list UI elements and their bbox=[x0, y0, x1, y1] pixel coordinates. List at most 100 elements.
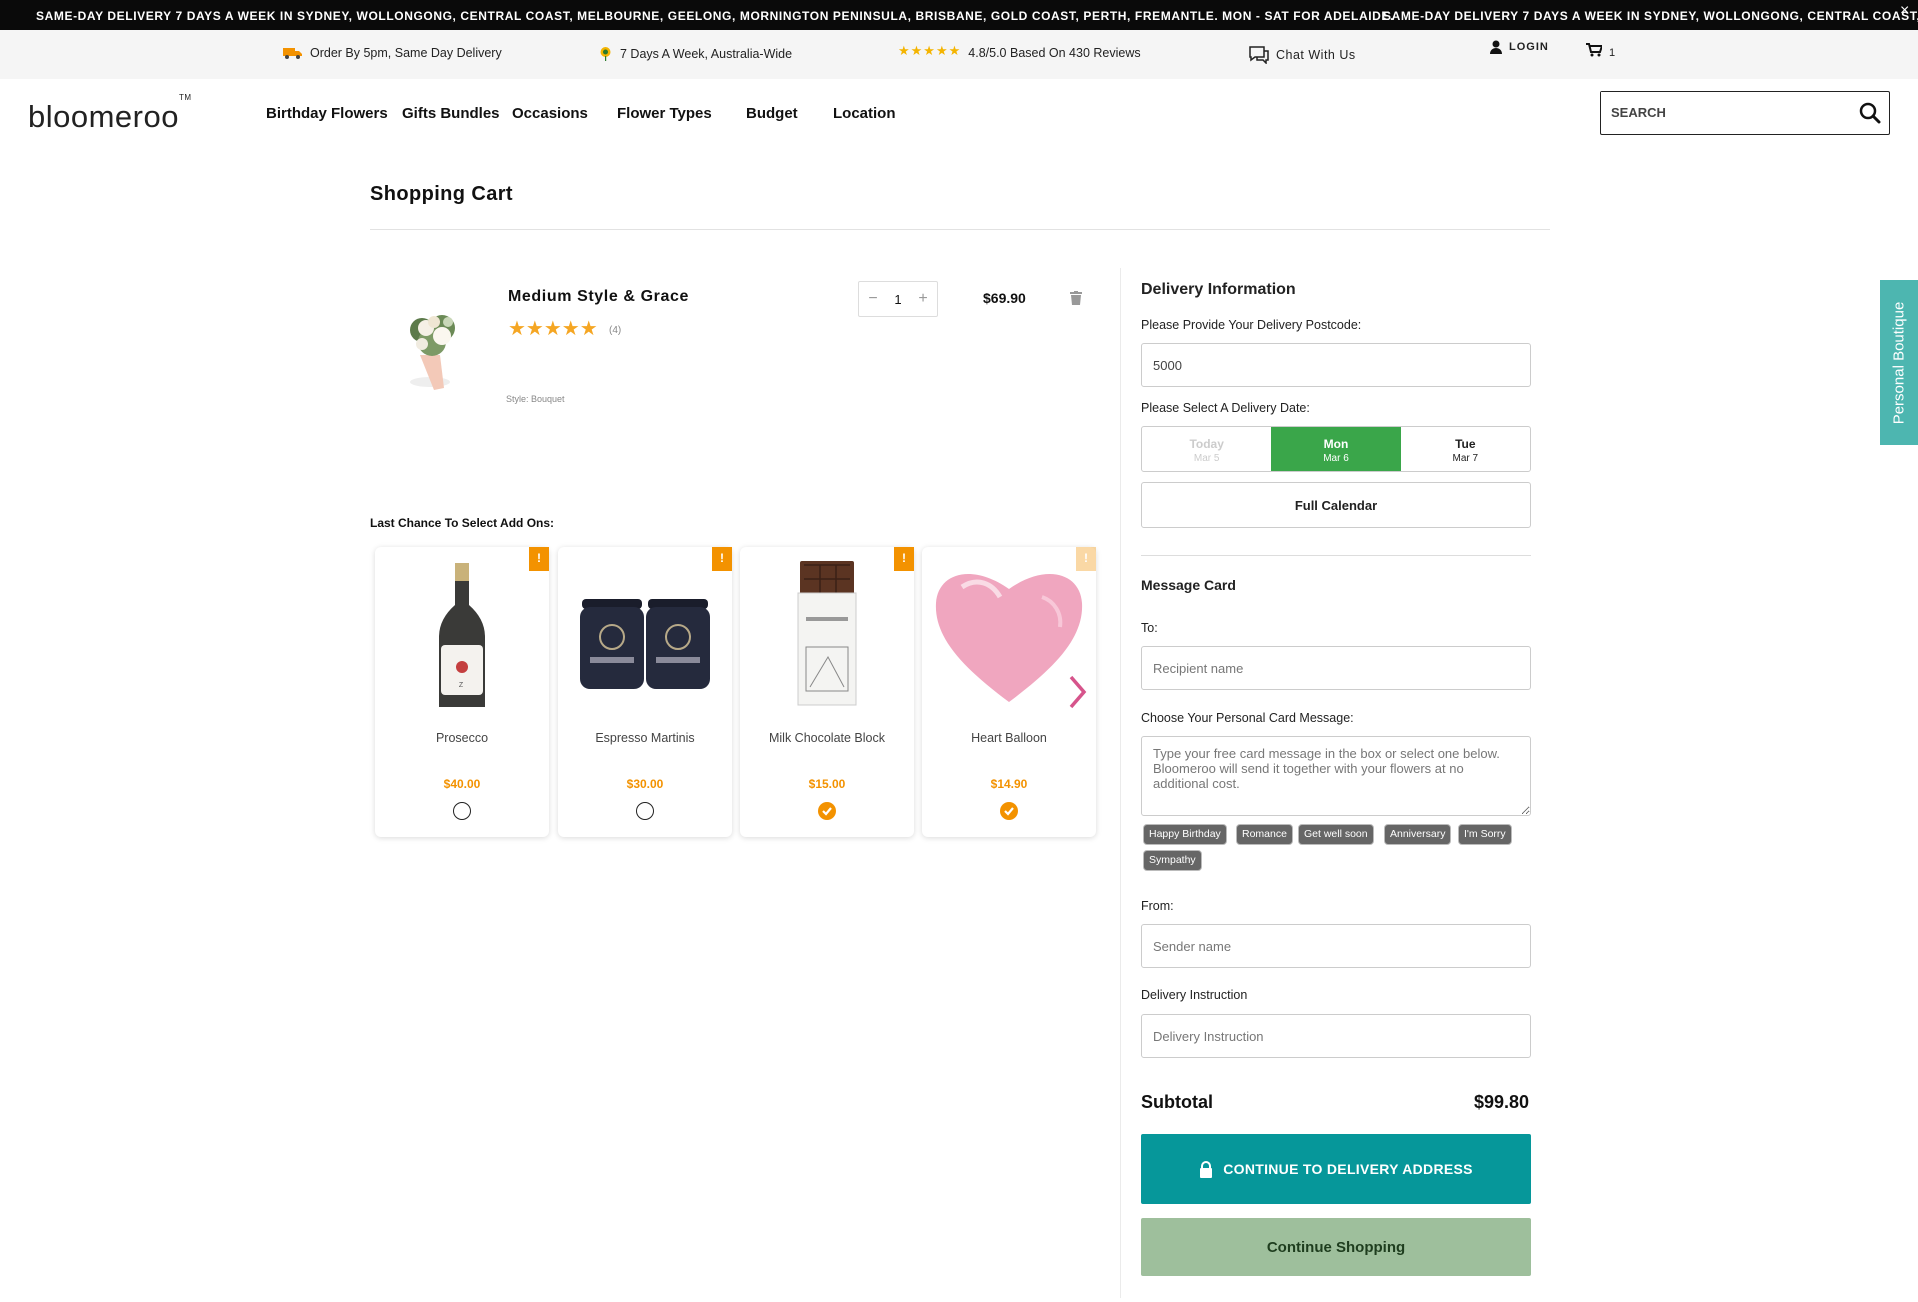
sender-name-input[interactable] bbox=[1141, 924, 1531, 968]
section-divider bbox=[1141, 555, 1531, 556]
nav-occasions[interactable]: Occasions bbox=[512, 105, 588, 122]
logo-tm: TM bbox=[178, 92, 192, 102]
cart-count: 1 bbox=[1609, 47, 1616, 59]
personal-boutique-label: Personal Boutique bbox=[1890, 301, 1908, 424]
page: SAME-DAY DELIVERY 7 DAYS A WEEK IN SYDNE… bbox=[0, 0, 1918, 1302]
addon-select-radio[interactable] bbox=[636, 802, 654, 820]
delivery-date-label: Please Select A Delivery Date: bbox=[1141, 401, 1310, 415]
announcement-text-repeat: SAME-DAY DELIVERY 7 DAYS A WEEK IN SYDNE… bbox=[1383, 9, 1918, 23]
delivery-title: Delivery Information bbox=[1141, 281, 1296, 298]
continue-shopping-button[interactable]: Continue Shopping bbox=[1141, 1218, 1531, 1276]
search-input[interactable] bbox=[1601, 92, 1841, 132]
delivery-instruction-input[interactable] bbox=[1141, 1014, 1531, 1058]
card-message-textarea[interactable] bbox=[1141, 736, 1531, 816]
to-label: To: bbox=[1141, 621, 1158, 635]
chat-link[interactable]: Chat With Us bbox=[1249, 46, 1356, 64]
full-calendar-button[interactable]: Full Calendar bbox=[1141, 482, 1531, 528]
nav-budget[interactable]: Budget bbox=[746, 105, 798, 122]
espresso-martinis-image bbox=[580, 599, 710, 689]
bouquet-image[interactable] bbox=[392, 300, 472, 395]
chat-text: Chat With Us bbox=[1276, 48, 1356, 62]
search-icon[interactable] bbox=[1859, 102, 1881, 124]
quantity-minus-button[interactable]: − bbox=[865, 290, 881, 308]
chip-happy-birthday[interactable]: Happy Birthday bbox=[1143, 824, 1227, 845]
bloomeroo-logo[interactable]: bloomerooTM bbox=[28, 93, 192, 135]
product-rating-stars-icon: ★★★★★ bbox=[508, 318, 598, 340]
chip-anniversary[interactable]: Anniversary bbox=[1384, 824, 1452, 845]
addon-price: $15.00 bbox=[808, 777, 846, 791]
flower-icon bbox=[600, 47, 611, 61]
rating-info: ★★★★★ 4.8/5.0 Based On 430 Reviews bbox=[898, 42, 1141, 60]
date-option-mon[interactable]: Mon Mar 6 bbox=[1271, 427, 1401, 471]
rating-text: 4.8/5.0 Based On 430 Reviews bbox=[968, 46, 1141, 60]
from-label: From: bbox=[1141, 899, 1174, 913]
nav-birthday-flowers[interactable]: Birthday Flowers bbox=[266, 105, 388, 122]
info-bar: Order By 5pm, Same Day Delivery 7 Days A… bbox=[0, 30, 1918, 79]
chip-get-well-soon[interactable]: Get well soon bbox=[1298, 824, 1374, 845]
addon-price: $40.00 bbox=[443, 777, 481, 791]
quantity-value[interactable]: 1 bbox=[894, 292, 901, 307]
continue-to-delivery-label: CONTINUE TO DELIVERY ADDRESS bbox=[1223, 1161, 1473, 1177]
days-text: 7 Days A Week, Australia-Wide bbox=[620, 46, 793, 61]
subtotal-value: $99.80 bbox=[1474, 1092, 1530, 1112]
search-box bbox=[1600, 91, 1890, 135]
addon-name: Heart Balloon bbox=[971, 731, 1047, 745]
logo-text: bloomeroo bbox=[28, 99, 179, 134]
nav-gifts-bundles[interactable]: Gifts Bundles bbox=[402, 105, 500, 122]
rating-stars-icon: ★★★★★ bbox=[898, 43, 962, 58]
quantity-plus-button[interactable]: + bbox=[915, 290, 931, 308]
postcode-input[interactable] bbox=[1141, 343, 1531, 387]
continue-to-delivery-button[interactable]: CONTINUE TO DELIVERY ADDRESS bbox=[1141, 1134, 1531, 1204]
carousel-next-arrow-icon[interactable] bbox=[1067, 675, 1087, 709]
title-divider bbox=[370, 229, 1550, 230]
addon-selected-check-icon[interactable] bbox=[1000, 802, 1018, 820]
chip-sympathy[interactable]: Sympathy bbox=[1143, 850, 1202, 871]
addon-card-milk-chocolate-block[interactable]: ! Milk Chocolate Block $15.00 bbox=[740, 547, 914, 837]
recipient-name-input[interactable] bbox=[1141, 646, 1531, 690]
delivery-date-picker: Today Mar 5 Mon Mar 6 Tue Mar 7 bbox=[1141, 426, 1531, 472]
close-icon[interactable]: × bbox=[1900, 2, 1910, 20]
trash-icon[interactable] bbox=[1070, 291, 1082, 305]
login-text: LOGIN bbox=[1509, 41, 1549, 53]
page-title: Shopping Cart bbox=[370, 183, 513, 205]
product-review-count: (4) bbox=[609, 325, 622, 336]
days-info: 7 Days A Week, Australia-Wide bbox=[598, 46, 792, 61]
quantity-stepper: − 1 + bbox=[858, 281, 938, 317]
product-name[interactable]: Medium Style & Grace bbox=[508, 288, 689, 306]
user-icon bbox=[1490, 40, 1502, 54]
truck-icon bbox=[283, 48, 302, 59]
addon-card-espresso-martinis[interactable]: ! Espresso Martinis $30.00 bbox=[558, 547, 732, 837]
order-by-text: Order By 5pm, Same Day Delivery bbox=[310, 46, 502, 60]
main-header: bloomerooTM Birthday Flowers Gifts Bundl… bbox=[0, 79, 1918, 151]
date-day: Today bbox=[1189, 437, 1224, 451]
chip-romance[interactable]: Romance bbox=[1236, 824, 1293, 845]
prosecco-image: Z bbox=[439, 563, 485, 707]
date-option-today[interactable]: Today Mar 5 bbox=[1142, 427, 1271, 471]
date-day: Tue bbox=[1455, 437, 1476, 451]
lock-icon bbox=[1200, 1160, 1213, 1178]
delivery-info: Order By 5pm, Same Day Delivery bbox=[283, 46, 502, 60]
date-date: Mar 6 bbox=[1323, 453, 1349, 464]
addon-select-radio[interactable] bbox=[453, 802, 471, 820]
addon-name: Milk Chocolate Block bbox=[768, 731, 885, 745]
nav-location[interactable]: Location bbox=[833, 105, 896, 122]
product-price: $69.90 bbox=[983, 290, 1026, 306]
chip-im-sorry[interactable]: I'm Sorry bbox=[1458, 824, 1512, 845]
addon-price: $14.90 bbox=[990, 777, 1028, 791]
addons-title: Last Chance To Select Add Ons: bbox=[370, 516, 555, 530]
nav-flower-types[interactable]: Flower Types bbox=[617, 105, 712, 122]
subtotal-label: Subtotal bbox=[1141, 1092, 1213, 1112]
announcement-bar: SAME-DAY DELIVERY 7 DAYS A WEEK IN SYDNE… bbox=[0, 0, 1918, 30]
svg-text:Z: Z bbox=[459, 682, 464, 689]
login-link[interactable]: LOGIN bbox=[1490, 40, 1549, 54]
addon-name: Espresso Martinis bbox=[595, 731, 695, 745]
addon-selected-check-icon[interactable] bbox=[818, 802, 836, 820]
personal-boutique-tab[interactable]: Personal Boutique bbox=[1880, 280, 1918, 445]
date-day: Mon bbox=[1323, 437, 1349, 451]
product-style: Style: Bouquet bbox=[506, 394, 565, 404]
column-divider bbox=[1120, 268, 1121, 1298]
date-option-tue[interactable]: Tue Mar 7 bbox=[1401, 427, 1530, 471]
date-date: Mar 5 bbox=[1193, 453, 1220, 464]
cart-link[interactable]: 1 bbox=[1586, 41, 1615, 59]
addon-card-prosecco[interactable]: ! Z Prosecco $40.00 bbox=[375, 547, 549, 837]
